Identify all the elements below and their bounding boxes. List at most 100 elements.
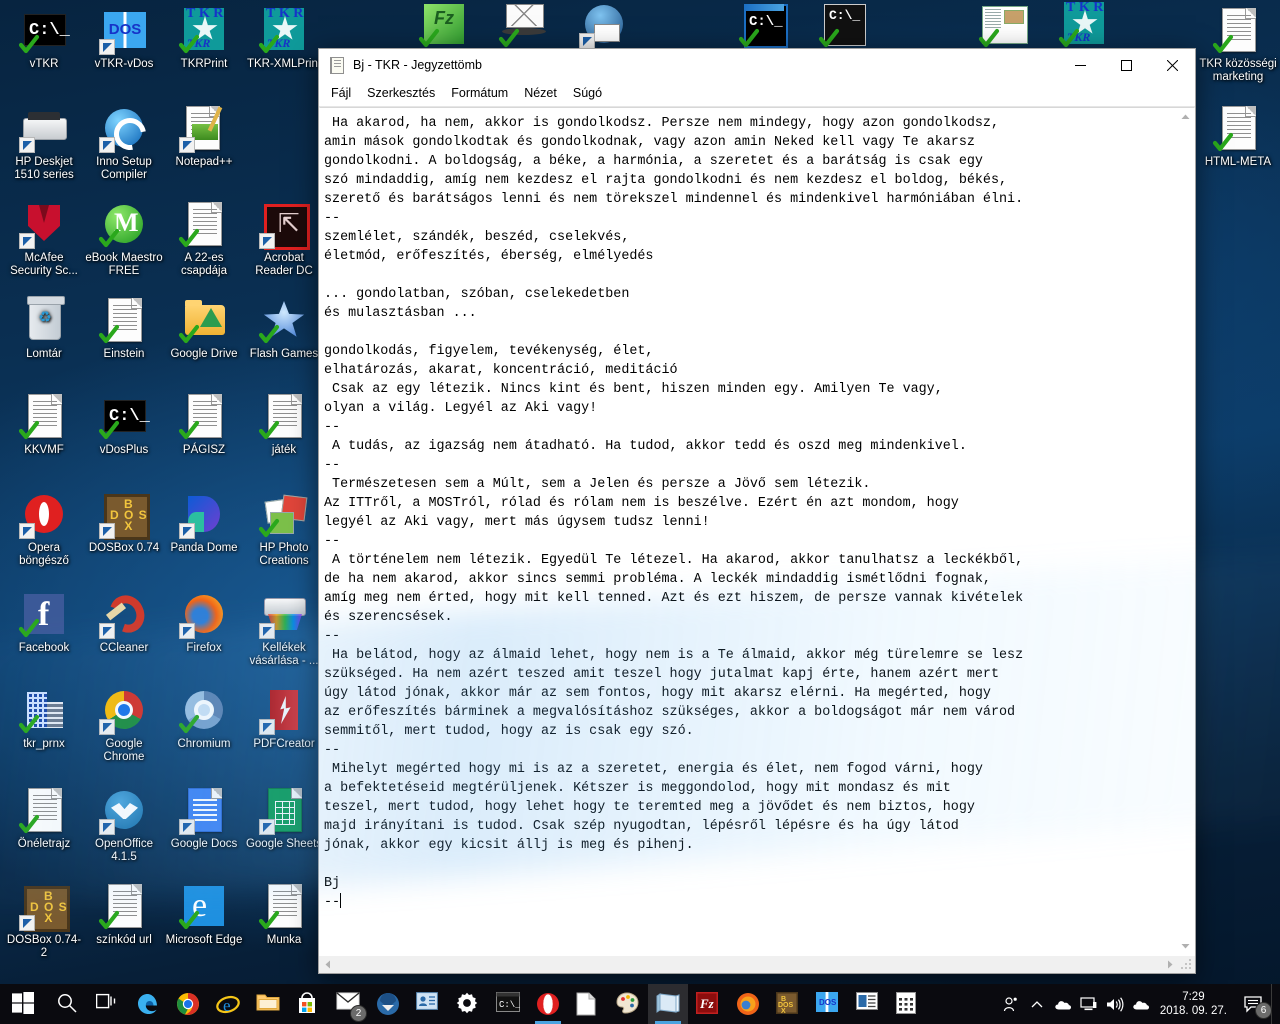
desktop-icon-opera-b-ng-sz[interactable]: Opera böngésző xyxy=(4,490,84,568)
onedrive-cloud-icon[interactable] xyxy=(1050,984,1076,1024)
desktop-icon-a-22-es-csapd-ja[interactable]: A 22-es csapdája xyxy=(164,200,244,278)
desktop-icon-n-letrajz[interactable]: Önéletrajz xyxy=(4,786,84,851)
menu-item-szerkeszt-s[interactable]: Szerkesztés xyxy=(359,83,443,103)
desktop-icon-notepad[interactable]: Notepad++ xyxy=(164,104,244,169)
taskbar-command-prompt-button[interactable]: C:\_ xyxy=(488,984,528,1024)
taskbar-store-button[interactable] xyxy=(288,984,328,1024)
desktop-icon-dosbox-0-74-2[interactable]: BD O S X DOSBox 0.74-2 xyxy=(4,882,84,960)
desktop-icon-vtkr[interactable]: C:\_ vTKR xyxy=(4,6,84,71)
taskbar-internet-explorer-button[interactable]: e xyxy=(208,984,248,1024)
taskbar-firefox-button[interactable] xyxy=(728,984,768,1024)
scroll-down-arrow[interactable] xyxy=(1177,937,1194,954)
desktop-icon-ebook-maestro-free[interactable]: MeBook Maestro FREE xyxy=(84,200,164,278)
desktop-icon-google-sheets[interactable]: Google Sheets xyxy=(244,786,324,851)
desktop-icon-lomt-r[interactable]: ♻ Lomtár xyxy=(4,296,84,361)
taskbar-chrome-button[interactable] xyxy=(168,984,208,1024)
desktop-icon-p-gisz[interactable]: PÁGISZ xyxy=(164,392,244,457)
notepad-text-area[interactable]: Ha akarod, ha nem, akkor is gondolkodsz.… xyxy=(320,108,1176,954)
desktop[interactable]: C:\_ vTKR DOS vTKR-vDos T K R TKR TKRPrint T K … xyxy=(0,0,1280,1024)
desktop-icon-ccleaner[interactable]: CCleaner xyxy=(84,589,164,655)
system-tray[interactable]: 7:29 2018. 09. 27. 6 xyxy=(998,984,1280,1024)
desktop-icon-hp-photo-creations[interactable]: HP Photo Creations xyxy=(244,490,324,568)
scroll-left-arrow[interactable] xyxy=(319,956,336,973)
show-hidden-icons-chevron[interactable] xyxy=(1024,984,1050,1024)
desktop-icon-kell-kek-v-s-rl-sa[interactable]: Kellékek vásárlása - ... xyxy=(244,590,324,668)
notepad-title-bar[interactable]: Bj - TKR - Jegyzettömb xyxy=(319,49,1195,81)
desktop-icon-google-chrome[interactable]: Google Chrome xyxy=(84,686,164,764)
desktop-icon-firefox[interactable]: Firefox xyxy=(164,590,244,655)
taskbar-dosbox-button[interactable]: B DOS X xyxy=(768,984,808,1024)
desktop-icon-facebook[interactable]: f Facebook xyxy=(4,590,84,655)
minimize-button[interactable] xyxy=(1057,49,1103,81)
taskbar-notepad-button[interactable] xyxy=(648,984,688,1024)
taskbar-vdos-button[interactable]: DOS xyxy=(808,984,848,1024)
desktop-icon-tkrprint[interactable]: T K R TKR TKRPrint xyxy=(164,6,244,71)
desktop-icon-einstein[interactable]: Einstein xyxy=(84,296,164,361)
taskbar[interactable]: e2C:\_FzBDOSXDOS 7:29 2018. 09. 2 xyxy=(0,984,1280,1024)
taskbar-calculator-button[interactable] xyxy=(888,984,928,1024)
action-center-button[interactable]: 6 xyxy=(1237,984,1272,1024)
resize-grip[interactable] xyxy=(1178,956,1195,973)
taskbar-paint-button[interactable] xyxy=(608,984,648,1024)
desktop-icon-vtkr-vdos[interactable]: DOS vTKR-vDos xyxy=(84,6,164,71)
desktop-icon-openoffice-4-1-5[interactable]: OpenOffice 4.1.5 xyxy=(84,786,164,864)
taskbar-settings-button[interactable] xyxy=(448,984,488,1024)
maximize-button[interactable] xyxy=(1103,49,1149,81)
cloud-upload-icon[interactable] xyxy=(1128,984,1154,1024)
volume-icon[interactable] xyxy=(1102,984,1128,1024)
taskbar-start-button[interactable] xyxy=(0,984,48,1024)
taskbar-opera-button[interactable] xyxy=(528,984,568,1024)
notepad-window[interactable]: Bj - TKR - Jegyzettömb Fájl Szerkesztés Fo… xyxy=(318,48,1196,974)
desktop-icon-flash-games[interactable]: Flash Games xyxy=(244,296,324,361)
desktop-icon-mailtray[interactable] xyxy=(484,0,564,52)
horizontal-scrollbar[interactable] xyxy=(319,955,1195,973)
desktop-icon-j-t-k[interactable]: játék xyxy=(244,392,324,457)
desktop-icon-tkr-xmlprint[interactable]: T K R TKR TKR-XMLPrint xyxy=(244,6,324,71)
taskbar-task-view-button[interactable] xyxy=(88,984,128,1024)
desktop-icon-cmdwin[interactable]: C:\_ xyxy=(724,0,804,52)
menu-item-f-jl[interactable]: Fájl xyxy=(323,83,359,103)
desktop-icon-google-docs[interactable]: Google Docs xyxy=(164,786,244,851)
desktop-icon-tkr[interactable]: T K R TKR xyxy=(1044,0,1124,52)
desktop-icon-webpage[interactable] xyxy=(964,0,1044,52)
taskbar-file-explorer-button[interactable] xyxy=(248,984,288,1024)
people-icon[interactable] xyxy=(998,984,1024,1024)
scroll-up-arrow[interactable] xyxy=(1177,108,1194,125)
desktop-icon-inno-setup-compiler[interactable]: Inno Setup Compiler xyxy=(84,104,164,182)
taskbar-notepad-doc-button[interactable] xyxy=(568,984,608,1024)
menu-item-s-g-[interactable]: Súgó xyxy=(565,83,610,103)
taskbar-mail-button[interactable]: 2 xyxy=(328,984,368,1024)
desktop-icon-html-meta[interactable]: HTML-META xyxy=(1198,104,1278,169)
taskbar-edge-button[interactable] xyxy=(128,984,168,1024)
taskbar-search-button[interactable] xyxy=(48,984,88,1024)
close-button[interactable] xyxy=(1149,49,1195,81)
desktop-icon-pdfcreator[interactable]: PDFCreator xyxy=(244,686,324,751)
desktop-icon-filezilla[interactable]: Fz xyxy=(404,0,484,52)
desktop-icon-cmdblack[interactable]: C:\_ xyxy=(804,0,884,52)
desktop-icon-thunderbird[interactable] xyxy=(564,0,644,52)
scroll-right-arrow[interactable] xyxy=(1161,956,1178,973)
desktop-icon-tkr-k-z-ss-gi-marketing[interactable]: TKR közösségi marketing xyxy=(1198,6,1278,84)
desktop-icon-mcafee-security-sc[interactable]: McAfee Security Sc... xyxy=(4,200,84,278)
desktop-icon-chromium[interactable]: Chromium xyxy=(164,686,244,751)
desktop-icon-microsoft-edge[interactable]: e Microsoft Edge xyxy=(164,882,244,947)
vertical-scrollbar[interactable] xyxy=(1176,108,1194,954)
desktop-icon-munka[interactable]: Munka xyxy=(244,882,324,947)
desktop-icon-kkvmf[interactable]: KKVMF xyxy=(4,392,84,457)
desktop-icon-hp-deskjet-1510-series[interactable]: HP Deskjet 1510 series xyxy=(4,104,84,182)
menu-item-n-zet[interactable]: Nézet xyxy=(516,83,565,103)
taskbar-news-button[interactable] xyxy=(848,984,888,1024)
network-icon[interactable] xyxy=(1076,984,1102,1024)
desktop-icon-panda-dome[interactable]: Panda Dome xyxy=(164,490,244,555)
desktop-icon-tkr-prnx[interactable]: tkr_prnx xyxy=(4,686,84,751)
desktop-icon-acrobat-reader-dc[interactable]: ⇱ Acrobat Reader DC xyxy=(244,200,324,278)
taskbar-thunderbird-button[interactable] xyxy=(368,984,408,1024)
desktop-icon-sz-nk-d-url[interactable]: színkód url xyxy=(84,882,164,947)
desktop-icon-dosbox-0-74[interactable]: BD O S X DOSBox 0.74 xyxy=(84,490,164,555)
notepad-menu-bar[interactable]: Fájl Szerkesztés Formátum Nézet Súgó xyxy=(319,81,1195,106)
clock[interactable]: 7:29 2018. 09. 27. xyxy=(1154,990,1237,1018)
desktop-icon-vdosplus[interactable]: C:\_ vDosPlus xyxy=(84,392,164,457)
show-desktop-button[interactable] xyxy=(1271,984,1280,1024)
menu-item-form-tum[interactable]: Formátum xyxy=(443,83,516,103)
desktop-icon-google-drive[interactable]: Google Drive xyxy=(164,296,244,361)
